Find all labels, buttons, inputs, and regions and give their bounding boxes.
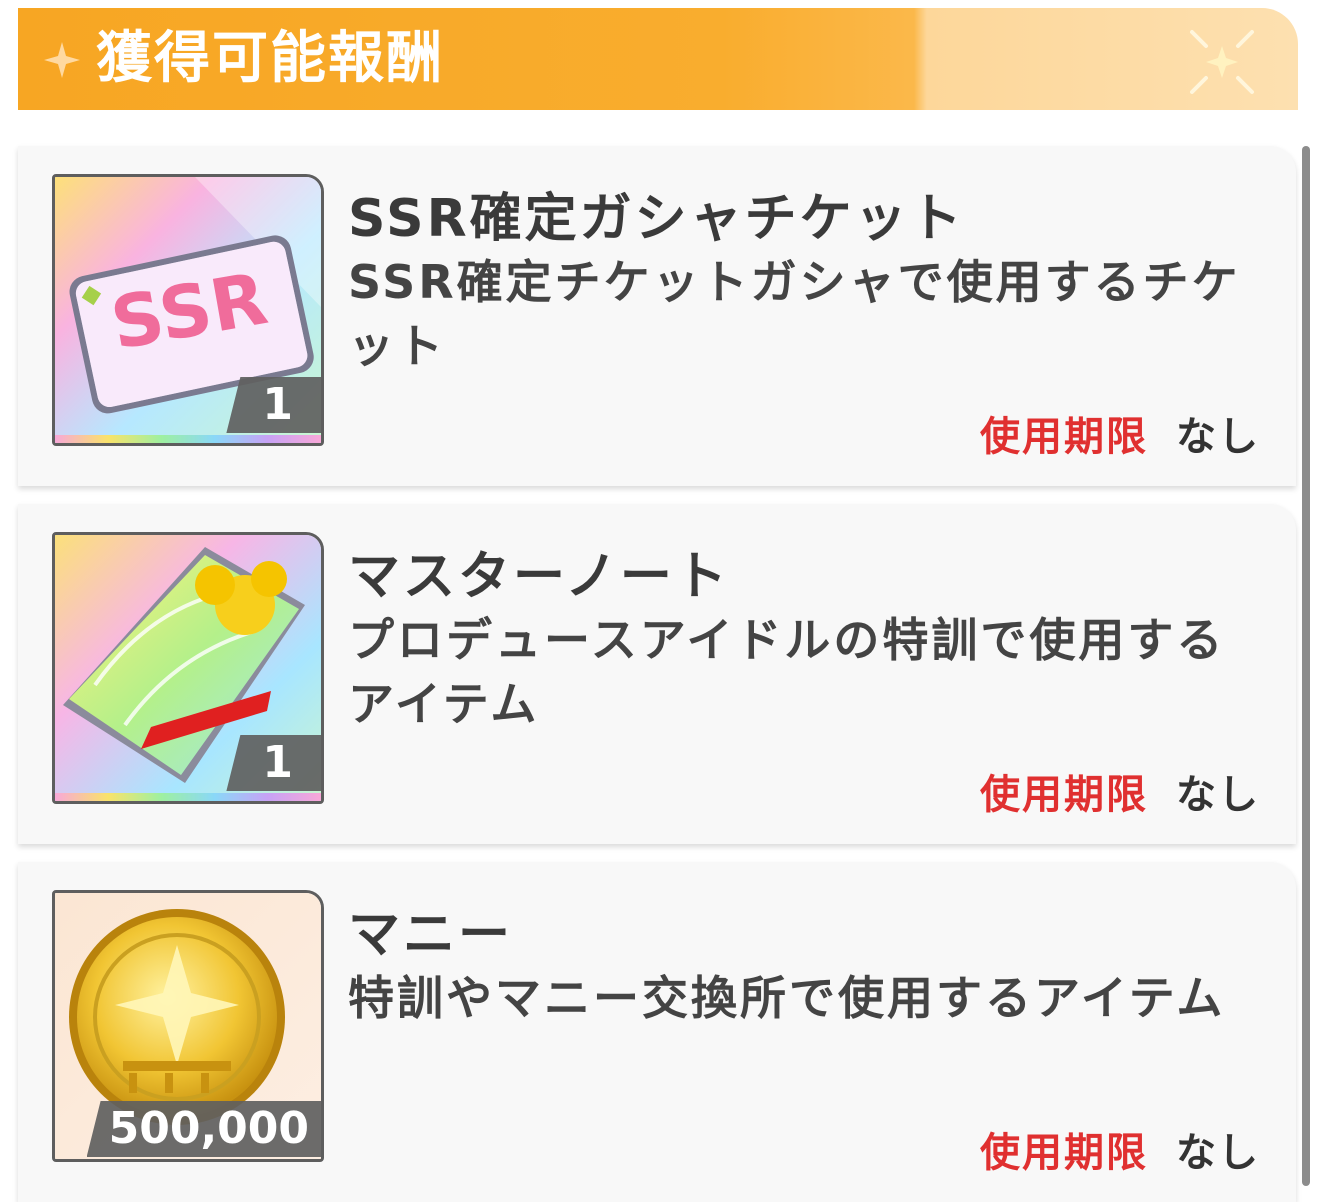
scrollbar[interactable]	[1302, 146, 1310, 1186]
item-name: マニー	[348, 905, 514, 965]
expiry-label: 使用期限	[980, 1130, 1148, 1176]
star-icon	[44, 42, 80, 78]
master-note-icon: 1	[52, 532, 324, 804]
item-name: SSR確定ガシャチケット	[348, 189, 965, 249]
rewards-header: 獲得可能報酬	[18, 8, 1298, 110]
expiry-row: 使用期限 なし	[980, 762, 1260, 820]
item-description: プロデュースアイドルの特訓で使用するアイテム	[348, 613, 1226, 731]
quantity-badge: 1	[226, 377, 321, 433]
ssr-ticket-icon: SSR 1	[52, 174, 324, 446]
expiry-row: 使用期限 なし	[980, 1120, 1260, 1178]
reward-card[interactable]: 500,000 マニー 特訓やマニー交換所で使用するアイテム 使用期限 なし	[18, 862, 1296, 1202]
item-description: SSR確定チケットガシャで使用するチケット	[348, 255, 1241, 373]
expiry-row: 使用期限 なし	[980, 404, 1260, 462]
sparkle-icon	[1190, 30, 1254, 94]
expiry-value: なし	[1176, 1130, 1260, 1176]
expiry-value: なし	[1176, 772, 1260, 818]
reward-card[interactable]: 1 マスターノート プロデュースアイドルの特訓で使用するアイテム 使用期限 なし	[18, 504, 1296, 844]
rarity-strip	[55, 435, 321, 443]
quantity-badge: 1	[226, 735, 321, 791]
expiry-label: 使用期限	[980, 772, 1148, 818]
expiry-label: 使用期限	[980, 414, 1148, 460]
reward-card[interactable]: SSR 1 SSR確定ガシャチケット SSR確定チケットガシャで使用するチケット…	[18, 146, 1296, 486]
expiry-value: なし	[1176, 414, 1260, 460]
money-coin-icon: 500,000	[52, 890, 324, 1162]
rarity-strip	[55, 793, 321, 801]
item-description: 特訓やマニー交換所で使用するアイテム	[348, 971, 1226, 1025]
page-title: 獲得可能報酬	[96, 26, 444, 91]
quantity-badge: 500,000	[86, 1101, 321, 1157]
item-name: マスターノート	[348, 547, 730, 607]
